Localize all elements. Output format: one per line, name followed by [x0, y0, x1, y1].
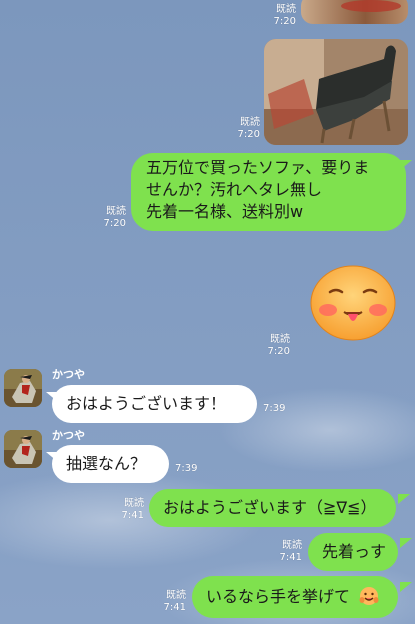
received-message-bubble[interactable]: 抽選なん？: [52, 445, 169, 483]
napoleon-avatar-icon: [4, 430, 42, 468]
read-receipt: 既読: [270, 334, 290, 345]
hands-raised-face-emoji-icon: [359, 586, 379, 612]
timestamp: 7:39: [263, 403, 286, 414]
message-line: せんか？汚れヘタレ無し: [146, 180, 323, 199]
blushing-face-sticker-icon[interactable]: [308, 262, 398, 342]
read-receipt: 既読: [166, 590, 186, 601]
message-text: 抽選なん？: [66, 454, 147, 473]
sofa-photo-icon: [341, 0, 401, 12]
message-text: 先着っす: [322, 542, 387, 561]
message-text: おはようございます（≧∇≦）: [163, 498, 377, 517]
bubble-tail: [400, 538, 412, 548]
avatar[interactable]: [4, 369, 42, 407]
message-text: おはようございます！: [66, 394, 227, 413]
bubble-tail: [400, 160, 412, 170]
sent-message-bubble[interactable]: おはようございます（≧∇≦）: [149, 489, 396, 527]
napoleon-avatar-icon: [4, 369, 42, 407]
message-meta: 既読 7:41: [114, 498, 144, 522]
read-receipt: 既読: [240, 117, 260, 128]
timestamp: 7:41: [163, 602, 186, 613]
message-line: 五万位で買ったソファ、要りま: [146, 158, 370, 177]
sofa-photo-icon: [264, 39, 408, 145]
timestamp: 7:39: [175, 463, 198, 474]
sent-message-bubble[interactable]: いるなら手を挙げて: [192, 576, 398, 618]
photo-message[interactable]: [301, 0, 408, 24]
bubble-tail: [400, 582, 412, 592]
message-meta: 既読 7:20: [228, 117, 260, 141]
received-message-bubble[interactable]: おはようございます！: [52, 385, 257, 423]
bubble-tail: [398, 494, 410, 504]
timestamp: 7:20: [103, 218, 126, 229]
message-text: いるなら手を挙げて: [206, 587, 351, 606]
read-receipt: 既読: [124, 498, 144, 509]
message-meta: 既読 7:41: [156, 590, 186, 614]
message-line: 先着一名様、送料別w: [146, 202, 304, 221]
sent-message-bubble[interactable]: 先着っす: [308, 533, 398, 571]
sent-message-bubble[interactable]: 五万位で買ったソファ、要りま せんか？汚れヘタレ無し 先着一名様、送料別w: [131, 153, 406, 231]
timestamp: 7:41: [279, 552, 302, 563]
timestamp: 7:41: [121, 510, 144, 521]
message-meta: 既読 7:20: [258, 334, 290, 358]
sender-name: かつや: [52, 429, 85, 442]
message-meta: 既読 7:20: [94, 206, 126, 230]
timestamp: 7:20: [267, 346, 290, 357]
read-receipt: 既読: [282, 540, 302, 551]
timestamp: 7:20: [273, 16, 296, 27]
avatar[interactable]: [4, 430, 42, 468]
read-receipt: 既読: [106, 206, 126, 217]
sender-name: かつや: [52, 368, 85, 381]
photo-message[interactable]: [264, 39, 408, 145]
timestamp: 7:20: [237, 129, 260, 140]
message-meta: 既読 7:41: [272, 540, 302, 564]
message-meta: 既読 7:20: [262, 4, 296, 28]
read-receipt: 既読: [276, 4, 296, 15]
